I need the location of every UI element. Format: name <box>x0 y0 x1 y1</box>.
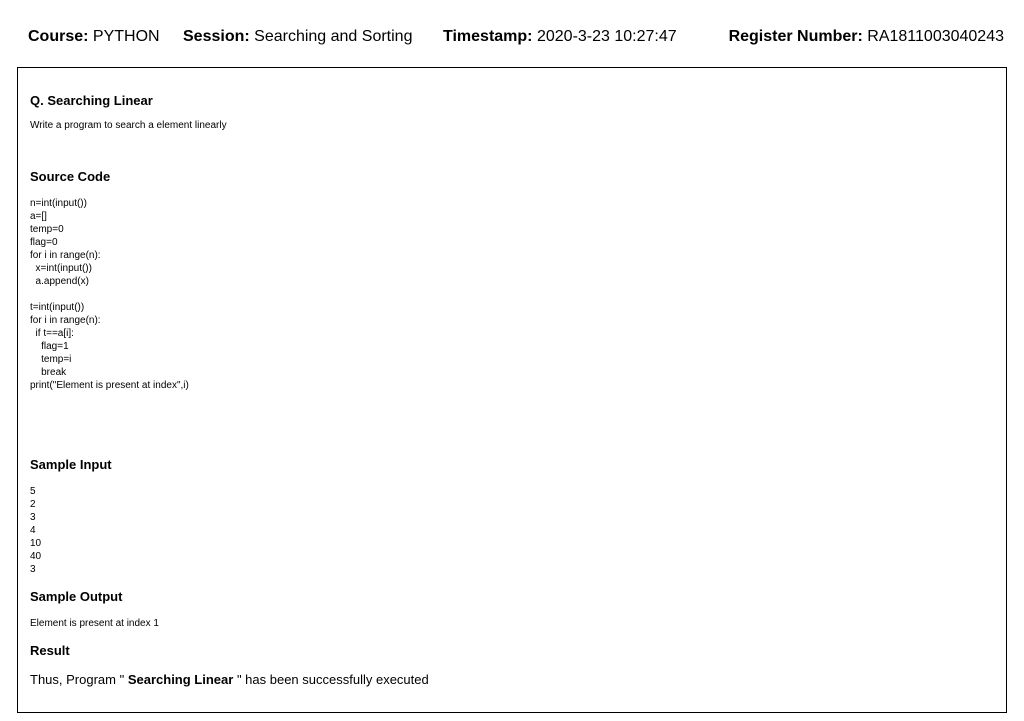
code-line: temp=0 <box>30 224 64 235</box>
register-number-value: RA1811003040243 <box>867 28 1004 45</box>
sample-input-line: 3 <box>30 564 36 575</box>
sample-input-line: 5 <box>30 486 36 497</box>
result-prefix: Thus, Program " <box>30 672 125 687</box>
sample-input-line: 10 <box>30 538 42 549</box>
sample-input-line: 40 <box>30 551 42 562</box>
course-label: Course: <box>28 28 89 45</box>
sample-input-line: 2 <box>30 499 36 510</box>
sample-output-heading: Sample Output <box>30 589 123 604</box>
code-line: for i in range(n): <box>30 315 101 326</box>
source-code-heading: Source Code <box>30 169 111 184</box>
register-number-label: Register Number: <box>728 28 863 45</box>
code-line: a=[] <box>30 211 47 222</box>
session-field: Session: Searching and Sorting <box>183 27 412 47</box>
code-line: break <box>30 367 67 378</box>
timestamp-field: Timestamp: 2020-3-23 10:27:47 <box>443 27 677 47</box>
sample-input-heading: Sample Input <box>30 457 112 472</box>
question-title: Q. Searching Linear <box>30 93 153 108</box>
timestamp-value: 2020-3-23 10:27:47 <box>536 28 677 45</box>
code-line: flag=1 <box>30 341 69 352</box>
code-line: print("Element is present at index",i) <box>30 380 189 391</box>
sample-input-block: 5 2 3 4 10 40 3 <box>30 485 41 576</box>
code-line: a.append(x) <box>30 276 89 287</box>
code-line: temp=i <box>30 354 72 365</box>
result-heading: Result <box>30 643 70 658</box>
code-line: if t==a[i]: <box>30 328 74 339</box>
timestamp-label: Timestamp: <box>443 28 533 45</box>
result-program-name: Searching Linear <box>127 672 234 687</box>
course-field: Course: PYTHON <box>28 27 160 47</box>
question-description: Write a program to search a element line… <box>30 120 227 131</box>
sample-input-line: 3 <box>30 512 36 523</box>
code-line: t=int(input()) <box>30 302 85 313</box>
sample-input-line: 4 <box>30 525 36 536</box>
source-code-block: n=int(input()) a=[] temp=0 flag=0 for i … <box>30 197 189 392</box>
result-suffix: " has been successfully executed <box>236 672 429 687</box>
report-frame: Q. Searching Linear Write a program to s… <box>17 67 1007 713</box>
code-line: for i in range(n): <box>30 250 101 261</box>
report-header: Course: PYTHON Session: Searching and So… <box>0 27 1024 49</box>
register-number-field: Register Number: RA1811003040243 <box>729 27 1004 47</box>
code-line: n=int(input()) <box>30 198 87 209</box>
code-line: flag=0 <box>30 237 58 248</box>
session-value: Searching and Sorting <box>254 28 413 45</box>
sample-output-text: Element is present at index 1 <box>30 618 159 629</box>
course-value: PYTHON <box>92 28 160 45</box>
code-line: x=int(input()) <box>30 263 92 274</box>
result-text: Thus, Program " Searching Linear " has b… <box>30 672 429 688</box>
session-label: Session: <box>183 28 250 45</box>
